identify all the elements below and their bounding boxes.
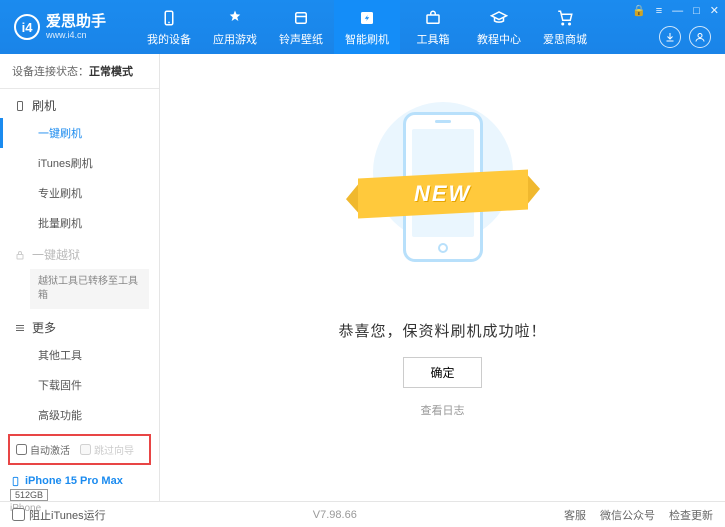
header-round-buttons	[659, 26, 711, 48]
nav-my-device[interactable]: 我的设备	[136, 0, 202, 54]
phone-small-icon	[10, 476, 21, 487]
sidebar-item-batch[interactable]: 批量刷机	[0, 208, 159, 238]
lock-icon[interactable]: 🔒	[632, 4, 646, 17]
nav-ringtone[interactable]: 铃声壁纸	[268, 0, 334, 54]
nav-flash[interactable]: 智能刷机	[334, 0, 400, 54]
sidebar-section-jailbreak: 一键越狱	[0, 238, 159, 267]
success-illustration: NEW	[363, 102, 523, 302]
sidebar-item-itunes[interactable]: iTunes刷机	[0, 148, 159, 178]
storage-badge: 512GB	[10, 489, 48, 501]
nav-tutorial[interactable]: 教程中心	[466, 0, 532, 54]
sidebar: 设备连接状态：正常模式 刷机 一键刷机 iTunes刷机 专业刷机 批量刷机 一…	[0, 54, 160, 501]
success-message: 恭喜您，保资料刷机成功啦！	[338, 320, 546, 341]
ringtone-icon	[291, 8, 311, 28]
top-nav: 我的设备 应用游戏 铃声壁纸 智能刷机 工具箱 教程中心 爱思商城	[136, 0, 598, 54]
apps-icon	[225, 8, 245, 28]
brand-area: i4 爱思助手 www.i4.cn	[0, 14, 116, 41]
device-name[interactable]: iPhone 15 Pro Max	[10, 475, 149, 487]
brand-url: www.i4.cn	[46, 30, 106, 40]
toolbox-icon	[423, 8, 443, 28]
skip-guide-checkbox[interactable]: 跳过向导	[80, 442, 134, 457]
nav-store[interactable]: 爱思商城	[532, 0, 598, 54]
lock-icon	[14, 249, 26, 261]
list-icon	[14, 322, 26, 334]
flash-icon	[357, 8, 377, 28]
confirm-button[interactable]: 确定	[403, 357, 481, 388]
footer-update[interactable]: 检查更新	[669, 507, 713, 523]
footer-wechat[interactable]: 微信公众号	[600, 507, 655, 523]
sidebar-item-other[interactable]: 其他工具	[0, 340, 159, 370]
footer-support[interactable]: 客服	[564, 507, 586, 523]
main-content: NEW 恭喜您，保资料刷机成功啦！ 确定 查看日志	[160, 54, 725, 501]
nav-apps[interactable]: 应用游戏	[202, 0, 268, 54]
minimize-icon[interactable]: —	[672, 5, 683, 17]
view-log-link[interactable]: 查看日志	[421, 402, 465, 418]
tutorial-icon	[489, 8, 509, 28]
sidebar-section-flash[interactable]: 刷机	[0, 89, 159, 118]
user-button[interactable]	[689, 26, 711, 48]
new-ribbon: NEW	[358, 170, 528, 219]
jailbreak-note: 越狱工具已转移至工具箱	[30, 269, 149, 309]
window-controls: 🔒 ≡ — □ ✕	[632, 4, 719, 17]
store-icon	[555, 8, 575, 28]
connection-status: 设备连接状态：正常模式	[0, 54, 159, 89]
device-icon	[159, 8, 179, 28]
sidebar-item-oneclick[interactable]: 一键刷机	[0, 118, 159, 148]
sidebar-item-pro[interactable]: 专业刷机	[0, 178, 159, 208]
download-button[interactable]	[659, 26, 681, 48]
footer-links: 客服 微信公众号 检查更新	[564, 507, 713, 523]
block-itunes-checkbox[interactable]: 阻止iTunes运行	[12, 507, 106, 523]
version-text: V7.98.66	[106, 509, 564, 521]
logo-icon: i4	[14, 14, 40, 40]
sidebar-item-download-fw[interactable]: 下载固件	[0, 370, 159, 400]
nav-toolbox[interactable]: 工具箱	[400, 0, 466, 54]
auto-activate-checkbox[interactable]: 自动激活	[16, 442, 70, 457]
sidebar-section-more[interactable]: 更多	[0, 311, 159, 340]
menu-icon[interactable]: ≡	[656, 5, 662, 17]
close-icon[interactable]: ✕	[710, 4, 719, 17]
sidebar-item-advanced[interactable]: 高级功能	[0, 400, 159, 430]
maximize-icon[interactable]: □	[693, 5, 700, 17]
brand-name: 爱思助手	[46, 14, 106, 31]
app-header: i4 爱思助手 www.i4.cn 我的设备 应用游戏 铃声壁纸 智能刷机 工具…	[0, 0, 725, 54]
sidebar-checkbox-group: 自动激活 跳过向导	[8, 434, 151, 465]
phone-icon	[14, 100, 26, 112]
